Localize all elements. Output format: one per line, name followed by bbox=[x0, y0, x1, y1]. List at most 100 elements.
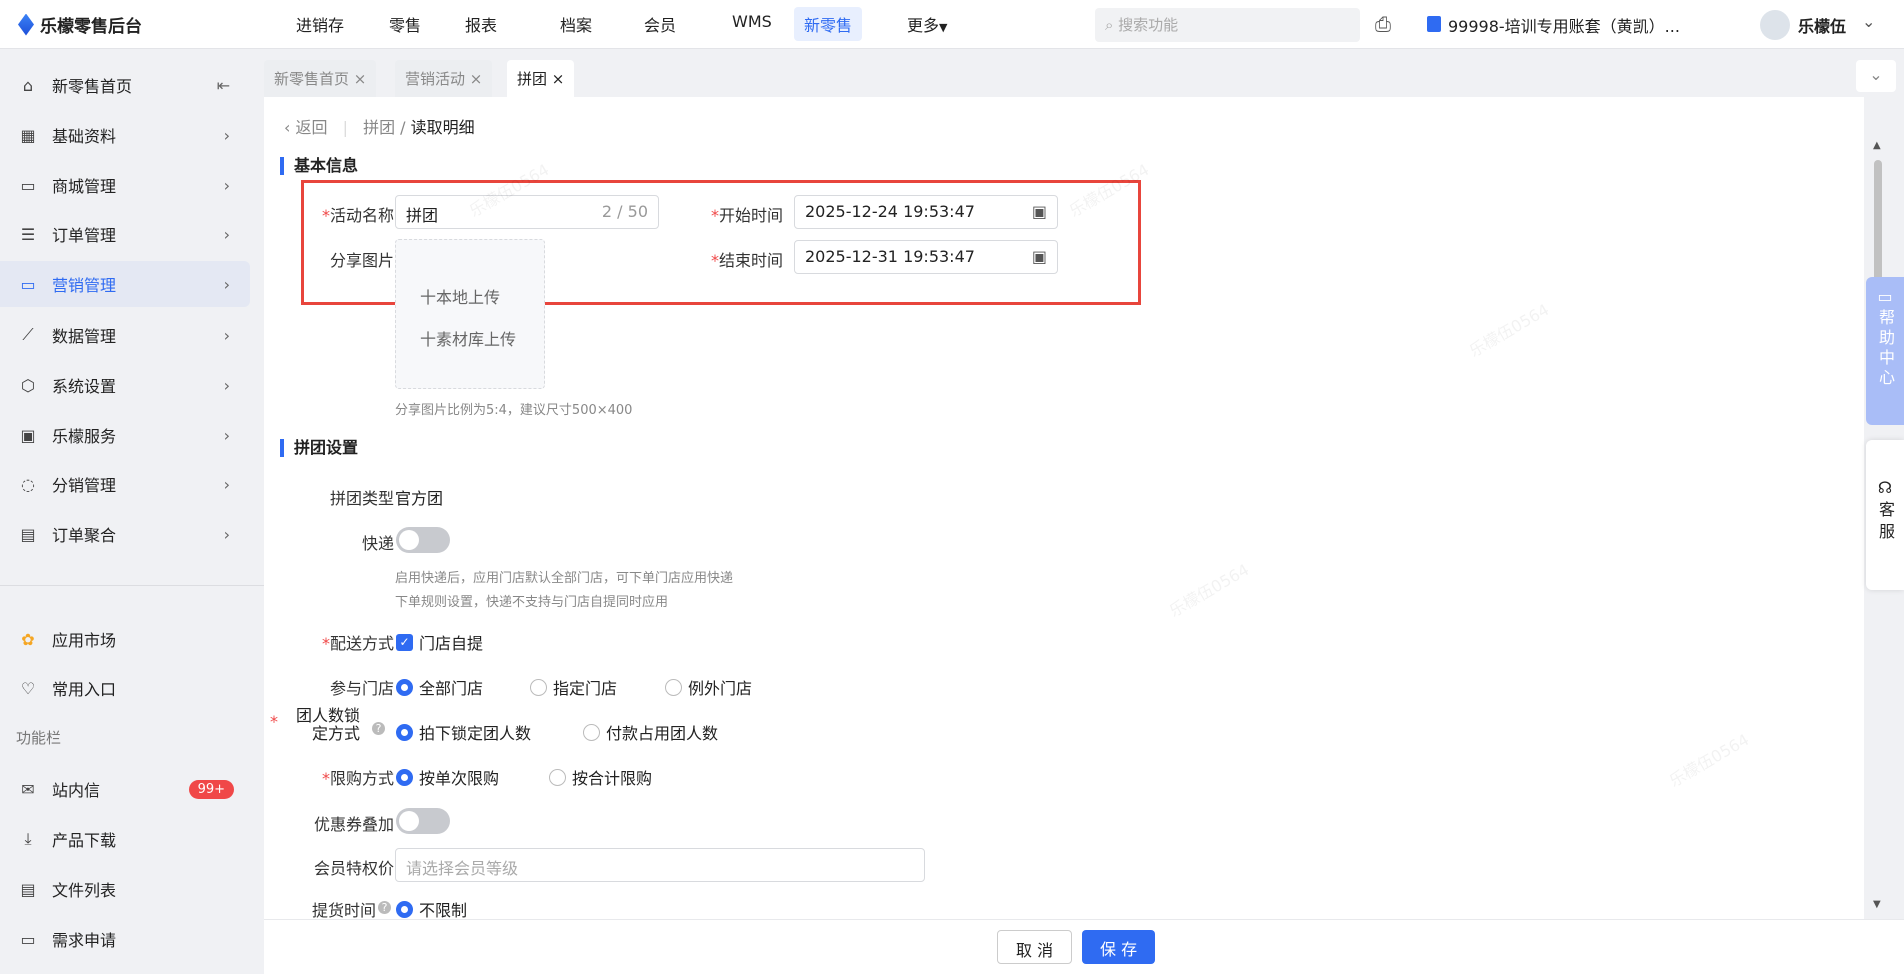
customer-service-button[interactable]: ☊ 客服 bbox=[1866, 440, 1904, 590]
limit-radio-total[interactable]: 按合计限购 bbox=[549, 765, 652, 789]
nav-more-label: 更多 bbox=[907, 16, 940, 35]
coupon-toggle[interactable] bbox=[396, 808, 450, 834]
end-time-picker[interactable]: 2025-12-31 19:53:47 ▣ bbox=[794, 240, 1058, 274]
tab-label: 新零售首页 bbox=[274, 70, 350, 88]
sidebar-item-orders[interactable]: ☰ 订单管理 › bbox=[0, 211, 250, 257]
label-text: 配送方式 bbox=[329, 634, 394, 653]
sidebar-item-downloads[interactable]: ⤓ 产品下载 bbox=[0, 816, 250, 862]
tab-group-buy[interactable]: 拼团 × bbox=[507, 60, 575, 97]
label-line: 团人数锁 bbox=[296, 706, 361, 725]
activity-name-input[interactable]: 拼团 2 / 50 bbox=[395, 195, 659, 229]
chevron-down-icon[interactable]: ⌄ bbox=[1862, 12, 1875, 31]
help-center-button[interactable]: ▭ 帮助中心 bbox=[1866, 277, 1904, 425]
monitor-icon: ▭ bbox=[20, 274, 36, 294]
nav-member[interactable]: 会员 bbox=[644, 12, 676, 36]
sidebar-item-order-aggregate[interactable]: ▤ 订单聚合 › bbox=[0, 511, 250, 557]
save-button[interactable]: 保 存 bbox=[1082, 930, 1156, 964]
nav-wms[interactable]: WMS bbox=[732, 12, 772, 31]
lock-radio-order[interactable]: 拍下锁定团人数 bbox=[396, 720, 531, 744]
sidebar-item-home[interactable]: ⌂ 新零售首页 ⇤ bbox=[0, 62, 250, 108]
nav-archive[interactable]: 档案 bbox=[560, 12, 592, 36]
nav-more[interactable]: 更多▼ bbox=[907, 12, 947, 36]
sidebar-item-requests[interactable]: ▭ 需求申请 bbox=[0, 916, 250, 962]
chart-icon: ⟋ bbox=[22, 325, 34, 344]
nav-reports[interactable]: 报表 bbox=[465, 12, 497, 36]
express-hint-1: 启用快递后，应用门店默认全部门店，可下单门店应用快递 bbox=[395, 571, 734, 586]
cancel-button[interactable]: 取 消 bbox=[997, 930, 1073, 964]
section-label: 功能栏 bbox=[16, 729, 62, 747]
calendar-icon: ▣ bbox=[1031, 202, 1047, 221]
delivery-pickup-checkbox[interactable]: ✓ 门店自提 bbox=[396, 630, 483, 654]
limit-label: *限购方式 bbox=[321, 769, 394, 788]
limit-radio-single[interactable]: 按单次限购 bbox=[396, 765, 499, 789]
express-toggle[interactable] bbox=[396, 527, 450, 553]
tab-new-retail-home[interactable]: 新零售首页 × bbox=[264, 60, 377, 97]
sidebar-label: 应用市场 bbox=[52, 631, 117, 650]
account-selector[interactable]: 99998-培训专用账套（黄凯）... bbox=[1448, 13, 1680, 37]
sidebar-item-favorites[interactable]: ♡ 常用入口 bbox=[0, 665, 250, 711]
start-time-picker[interactable]: 2025-12-24 19:53:47 ▣ bbox=[794, 195, 1058, 229]
help-icon[interactable]: ? bbox=[372, 722, 385, 735]
sidebar-item-files[interactable]: ▤ 文件列表 bbox=[0, 866, 250, 912]
chevron-right-icon: › bbox=[223, 175, 230, 195]
close-icon[interactable]: × bbox=[470, 70, 483, 88]
heart-icon: ♡ bbox=[20, 678, 36, 698]
logo-icon bbox=[18, 13, 34, 36]
radio-on-icon bbox=[396, 678, 413, 696]
chevron-right-icon: › bbox=[223, 375, 230, 395]
input-value: 拼团 bbox=[406, 206, 439, 225]
sidebar-item-marketing[interactable]: ▭ 营销管理 › bbox=[0, 261, 250, 307]
sidebar-item-messages[interactable]: ✉ 站内信 99+ bbox=[0, 766, 250, 812]
close-icon[interactable]: × bbox=[552, 70, 565, 88]
scroll-down-icon[interactable]: ▼ bbox=[1873, 899, 1881, 910]
headset-icon: ☊ bbox=[1877, 478, 1893, 497]
store-radio-specified[interactable]: 指定门店 bbox=[530, 675, 617, 699]
back-link[interactable]: ‹ 返回 bbox=[284, 118, 328, 137]
app-market-icon: ✿ bbox=[21, 629, 35, 649]
sidebar-label: 站内信 bbox=[52, 781, 101, 800]
sidebar-label: 产品下载 bbox=[52, 831, 117, 850]
upload-library-button[interactable]: 十素材库上传 bbox=[420, 326, 516, 350]
watermark: 乐檬伍0564 bbox=[1465, 299, 1553, 361]
sidebar-label: 商城管理 bbox=[52, 177, 117, 196]
sidebar-item-basic[interactable]: ▦ 基础资料 › bbox=[0, 112, 250, 158]
store-radio-all[interactable]: 全部门店 bbox=[396, 675, 483, 699]
collapse-icon[interactable]: ⇤ bbox=[217, 76, 230, 95]
search-input[interactable]: ⌕ 搜索功能 bbox=[1095, 8, 1360, 42]
sidebar-item-settings[interactable]: ⬡ 系统设置 › bbox=[0, 362, 250, 408]
lock-radio-payment[interactable]: 付款占用团人数 bbox=[583, 720, 718, 744]
sidebar-label: 文件列表 bbox=[52, 881, 117, 900]
sidebar-item-service[interactable]: ▣ 乐檬服务 › bbox=[0, 412, 250, 458]
close-icon[interactable]: × bbox=[354, 70, 367, 88]
printer-icon[interactable]: ⎙ bbox=[1375, 12, 1391, 36]
calendar-icon: ▣ bbox=[1031, 247, 1047, 266]
member-level-select[interactable]: 请选择会员等级 bbox=[395, 848, 925, 882]
sidebar-label: 订单管理 bbox=[52, 226, 117, 245]
chevron-right-icon: › bbox=[223, 224, 230, 244]
char-count: 2 / 50 bbox=[601, 202, 648, 221]
help-icon[interactable]: ? bbox=[378, 901, 391, 914]
option-label: 付款占用团人数 bbox=[606, 724, 719, 743]
store-radio-exception[interactable]: 例外门店 bbox=[665, 675, 752, 699]
avatar[interactable] bbox=[1760, 10, 1790, 40]
breadcrumb-parent[interactable]: 拼团 bbox=[363, 118, 395, 137]
upload-local-button[interactable]: 十本地上传 bbox=[420, 284, 500, 308]
start-time-label: *开始时间 bbox=[710, 206, 783, 225]
sidebar-item-distribution[interactable]: ◌ 分销管理 › bbox=[0, 461, 250, 507]
nav-retail[interactable]: 零售 bbox=[389, 12, 421, 36]
sidebar-item-app-market[interactable]: ✿ 应用市场 bbox=[0, 616, 250, 662]
pickup-radio-unlimited[interactable]: 不限制 bbox=[396, 897, 467, 921]
coupon-label: 优惠券叠加 bbox=[313, 815, 394, 834]
tab-marketing[interactable]: 营销活动 × bbox=[395, 60, 493, 97]
file-list-icon: ▤ bbox=[20, 879, 36, 899]
option-label: 全部门店 bbox=[419, 679, 484, 698]
app-logo[interactable]: 乐檬零售后台 bbox=[18, 12, 142, 37]
share-icon: ◌ bbox=[21, 474, 35, 494]
scroll-up-icon[interactable]: ▲ bbox=[1873, 140, 1881, 151]
sidebar-item-mall[interactable]: ▭ 商城管理 › bbox=[0, 162, 250, 208]
sidebar-item-data[interactable]: ⟋ 数据管理 › bbox=[0, 312, 250, 358]
nav-inventory[interactable]: 进销存 bbox=[296, 12, 344, 36]
nav-new-retail[interactable]: 新零售 bbox=[794, 7, 863, 41]
user-name[interactable]: 乐檬伍 bbox=[1798, 13, 1846, 37]
tabs-dropdown-button[interactable]: ⌄ bbox=[1856, 60, 1896, 92]
